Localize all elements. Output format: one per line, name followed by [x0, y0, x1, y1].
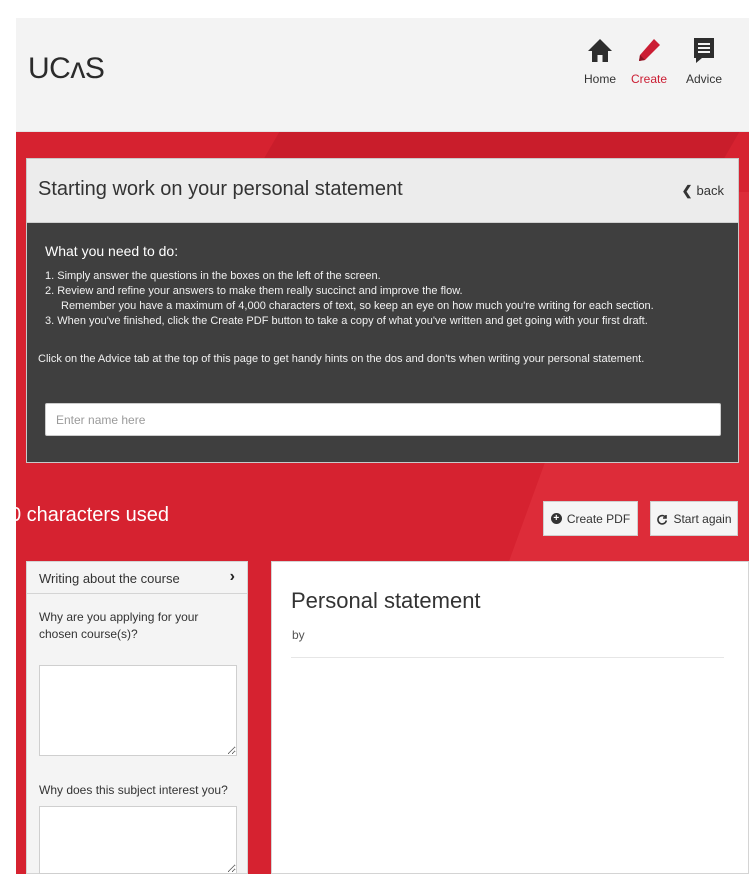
nav-home[interactable]: Home	[584, 36, 616, 86]
step-item: Remember you have a maximum of 4,000 cha…	[61, 300, 654, 312]
create-pdf-label: Create PDF	[566, 511, 631, 526]
question-label: Why are you applying for your chosen cou…	[39, 610, 199, 641]
nav-advice[interactable]: Advice	[686, 36, 722, 86]
advice-hint: Click on the Advice tab at the top of th…	[38, 353, 645, 365]
question-label: Why does this subject interest you?	[39, 783, 228, 797]
nav-advice-label: Advice	[686, 72, 723, 86]
start-again-button[interactable]: Start again	[650, 501, 738, 536]
chevron-left-icon: ❮	[681, 183, 693, 198]
todo-heading: What you need to do:	[45, 243, 179, 259]
back-link[interactable]: ❮ back	[682, 183, 724, 199]
step-item: 3. When you've finished, click the Creat…	[45, 315, 648, 327]
pencil-icon	[639, 39, 661, 61]
start-again-label: Start again	[673, 511, 732, 526]
step-item: 1. Simply answer the questions in the bo…	[45, 270, 381, 282]
page-title: Starting work on your personal statement	[38, 178, 403, 200]
section-header[interactable]: Writing about the course ›	[27, 562, 247, 594]
section-title: Writing about the course	[39, 571, 180, 586]
statement-preview: Personal statement by	[271, 561, 749, 874]
home-icon	[588, 39, 612, 62]
divider	[291, 657, 724, 658]
site-header: UCʌS Home Create Advice	[16, 18, 749, 132]
nav-create[interactable]: Create	[631, 36, 667, 86]
step-item: 2. Review and refine your answers to mak…	[45, 285, 463, 297]
character-count: 0 characters used	[16, 504, 169, 526]
create-pdf-button[interactable]: + Create PDF	[543, 501, 638, 536]
nav-home-label: Home	[584, 72, 617, 86]
back-label: back	[696, 183, 724, 198]
document-icon	[694, 38, 715, 63]
name-input[interactable]	[45, 403, 721, 436]
nav-create-label: Create	[631, 72, 668, 86]
instruction-steps: 1. Simply answer the questions in the bo…	[45, 269, 735, 329]
course-answer-textarea[interactable]	[39, 665, 237, 756]
intro-panel-header: Starting work on your personal statement…	[27, 159, 738, 223]
subject-answer-textarea[interactable]	[39, 806, 237, 874]
top-strip	[0, 0, 749, 18]
preview-title: Personal statement	[291, 588, 481, 613]
refresh-icon	[657, 514, 668, 525]
intro-panel: Starting work on your personal statement…	[26, 158, 739, 463]
ucas-logo[interactable]: UCʌS	[28, 52, 105, 86]
preview-author: by	[292, 628, 305, 642]
question-sidebar: Writing about the course › Why are you a…	[26, 561, 248, 874]
main-stage: Starting work on your personal statement…	[16, 132, 749, 874]
chevron-right-icon: ›	[229, 568, 235, 585]
plus-circle-icon: +	[550, 513, 562, 524]
